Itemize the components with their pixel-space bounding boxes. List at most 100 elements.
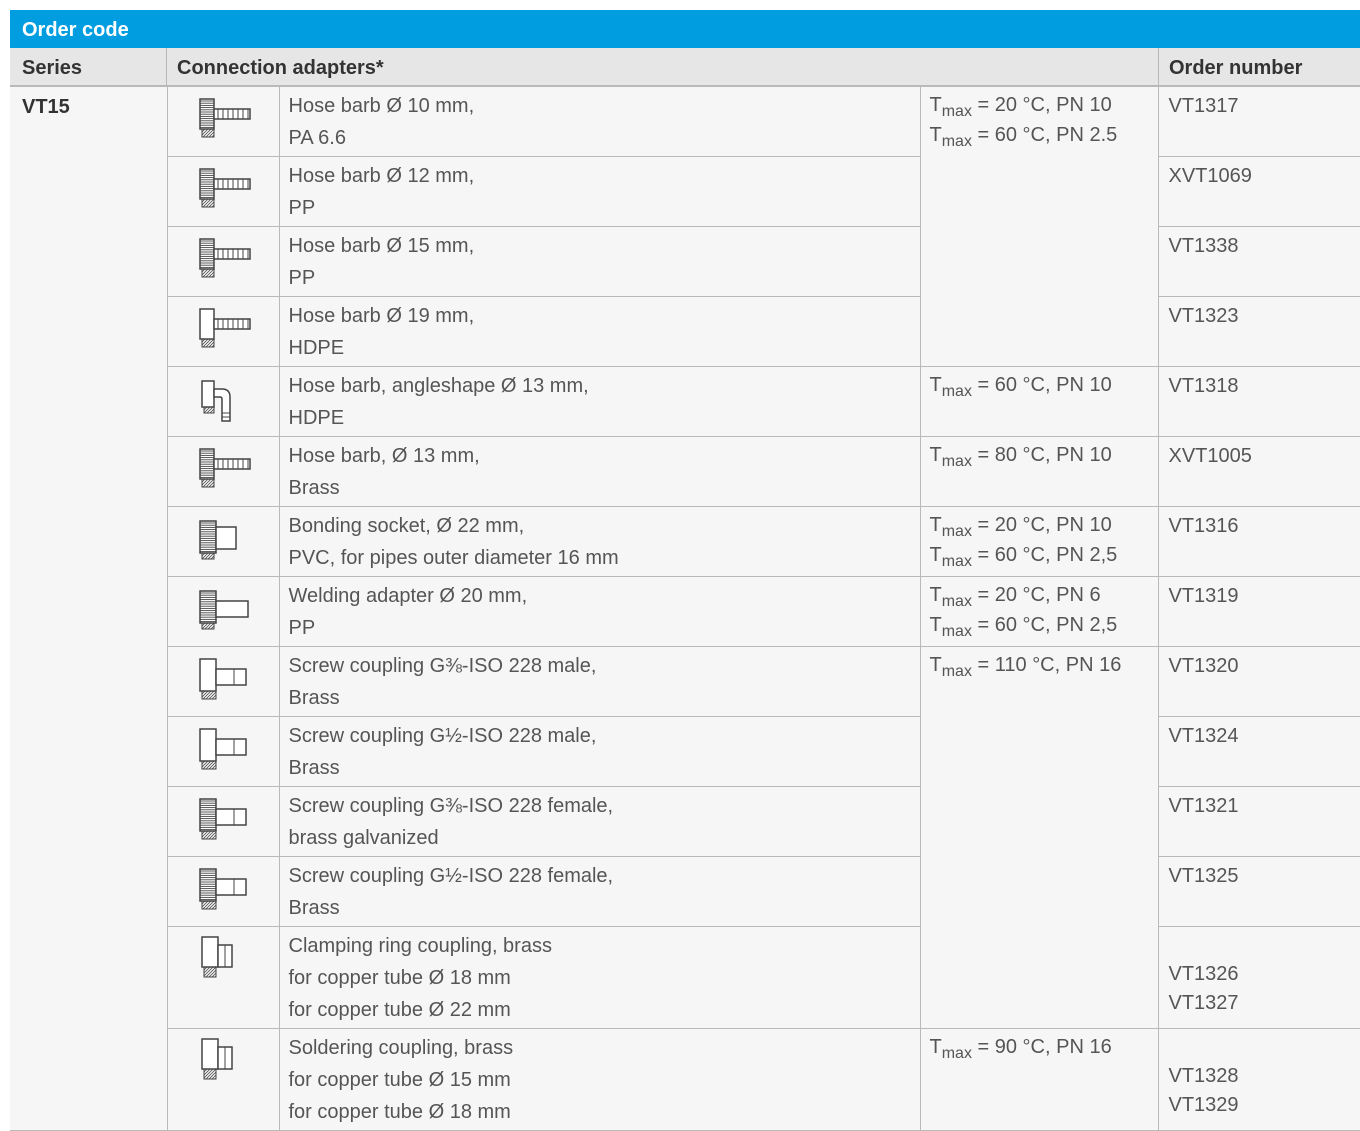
order-number: VT1326 bbox=[1168, 963, 1239, 985]
adapter-picture-cell bbox=[166, 926, 280, 1029]
bonding-socket-icon bbox=[168, 513, 279, 565]
temperature-pressure-line: Tmax = 60 °C, PN 2,5 bbox=[929, 614, 1118, 640]
hose-barb-12-icon bbox=[168, 163, 279, 215]
temperature-pressure-cell: Tmax = 110 °C, PN 16 bbox=[919, 646, 1159, 1029]
description-line: Clamping ring coupling, brass bbox=[288, 935, 552, 957]
order-number: VT1320 bbox=[1168, 655, 1239, 677]
series-cell: VT15 bbox=[10, 86, 168, 1131]
table-header: Series Connection adapters* Order number bbox=[10, 48, 1360, 86]
screw-coupling-female-12-icon bbox=[168, 863, 279, 915]
adapter-picture-cell bbox=[166, 856, 280, 927]
adapter-picture-cell bbox=[166, 786, 280, 857]
order-number: VT1338 bbox=[1168, 235, 1239, 257]
order-number: XVT1069 bbox=[1168, 165, 1252, 187]
order-number-cell: VT1321 bbox=[1157, 786, 1360, 857]
order-number: VT1325 bbox=[1168, 865, 1239, 887]
adapter-description: Screw coupling G½-ISO 228 male, Brass bbox=[278, 716, 921, 787]
soldering-coupling-icon bbox=[168, 1035, 279, 1087]
adapter-picture-cell bbox=[166, 296, 280, 367]
order-number-cell: VT1326 VT1327 bbox=[1157, 926, 1360, 1029]
clamping-ring-coupling-icon bbox=[168, 933, 279, 985]
adapter-picture-cell bbox=[166, 366, 280, 437]
table-row: Hose barb Ø 12 mm, PP XVT1069 bbox=[10, 156, 1360, 227]
table-row: Screw coupling G⅜-ISO 228 female, brass g… bbox=[10, 786, 1360, 857]
temperature-pressure-line: Tmax = 20 °C, PN 10 bbox=[929, 514, 1112, 540]
description-line: Hose barb Ø 15 mm, bbox=[288, 235, 475, 257]
description-line: for copper tube Ø 18 mm bbox=[288, 967, 511, 989]
temperature-pressure-line: Tmax = 20 °C, PN 6 bbox=[929, 584, 1101, 610]
table-row: Clamping ring coupling, brass for copper … bbox=[10, 926, 1360, 1029]
order-number: VT1318 bbox=[1168, 375, 1239, 397]
screw-coupling-male-12-icon bbox=[168, 723, 279, 775]
order-number-cell: VT1320 bbox=[1157, 646, 1360, 717]
adapter-description: Screw coupling G⅜-ISO 228 female, brass g… bbox=[278, 786, 921, 857]
adapter-description: Clamping ring coupling, brass for copper … bbox=[278, 926, 921, 1029]
order-number-cell: VT1328 VT1329 bbox=[1157, 1028, 1360, 1131]
description-line: Screw coupling G⅜-ISO 228 male, bbox=[288, 655, 597, 677]
adapter-description: Welding adapter Ø 20 mm, PP bbox=[278, 576, 921, 647]
temperature-pressure-cell: Tmax = 90 °C, PN 16 bbox=[919, 1028, 1159, 1131]
table-row: Hose barb, angleshape Ø 13 mm, HDPE Tmax =… bbox=[10, 366, 1360, 437]
description-line: HDPE bbox=[288, 407, 345, 429]
temperature-pressure-cell: Tmax = 20 °C, PN 6 Tmax = 60 °C, PN 2,5 bbox=[919, 576, 1159, 647]
table-row: Screw coupling G½-ISO 228 male, Brass VT13… bbox=[10, 716, 1360, 787]
table-row: Screw coupling G⅜-ISO 228 male, Brass Tmax… bbox=[10, 646, 1360, 1029]
adapter-description: Hose barb Ø 15 mm, PP bbox=[278, 226, 921, 297]
adapter-picture-cell bbox=[166, 576, 280, 647]
description-line: Hose barb, angleshape Ø 13 mm, bbox=[288, 375, 589, 397]
description-line: Brass bbox=[288, 477, 340, 499]
order-number-cell: VT1325 bbox=[1157, 856, 1360, 927]
adapter-picture-cell bbox=[166, 226, 280, 297]
header-connection-adapters: Connection adapters* bbox=[177, 57, 384, 79]
description-line: Soldering coupling, brass bbox=[288, 1037, 514, 1059]
description-line: brass galvanized bbox=[288, 827, 439, 849]
description-line: PP bbox=[288, 267, 316, 289]
table-row: Soldering coupling, brass for copper tube… bbox=[10, 1028, 1360, 1131]
order-number-cell: VT1324 bbox=[1157, 716, 1360, 787]
order-number-cell: VT1316 bbox=[1157, 506, 1360, 577]
order-number-cell: XVT1069 bbox=[1157, 156, 1360, 227]
adapter-picture-cell bbox=[166, 1028, 280, 1131]
description-line: Hose barb Ø 10 mm, bbox=[288, 95, 475, 117]
description-line: Hose barb Ø 19 mm, bbox=[288, 305, 475, 327]
order-number: VT1329 bbox=[1168, 1094, 1239, 1116]
hose-barb-angle-icon bbox=[168, 373, 279, 425]
table-row: Welding adapter Ø 20 mm, PP Tmax = 20 °C, … bbox=[10, 576, 1360, 647]
order-code-table: Order code Series Connection adapters* O… bbox=[10, 10, 1360, 1131]
order-number-cell: VT1319 bbox=[1157, 576, 1360, 647]
order-number-cell: VT1323 bbox=[1157, 296, 1360, 367]
description-line: PVC, for pipes outer diameter 16 mm bbox=[288, 547, 619, 569]
order-number: VT1321 bbox=[1168, 795, 1239, 817]
table-row: Hose barb Ø 15 mm, PP VT1338 bbox=[10, 226, 1360, 297]
welding-adapter-icon bbox=[168, 583, 279, 635]
description-line: Bonding socket, Ø 22 mm, bbox=[288, 515, 525, 537]
order-number-cell: VT1338 bbox=[1157, 226, 1360, 297]
description-line: Screw coupling G½-ISO 228 male, bbox=[288, 725, 597, 747]
adapter-table: VT15 Hose barb Ø 10 mm, PA 6.6 Tmax = 20 °C… bbox=[10, 86, 1360, 1131]
temperature-pressure-cell: Tmax = 80 °C, PN 10 bbox=[919, 436, 1159, 507]
adapter-description: Soldering coupling, brass for copper tube… bbox=[278, 1028, 921, 1131]
temperature-pressure-cell: Tmax = 60 °C, PN 10 bbox=[919, 366, 1159, 437]
description-line: Brass bbox=[288, 687, 340, 709]
hose-barb-10-icon bbox=[168, 93, 279, 145]
description-line: PA 6.6 bbox=[288, 127, 346, 149]
header-series: Series bbox=[22, 57, 83, 79]
adapter-picture-cell bbox=[166, 436, 280, 507]
description-line: Brass bbox=[288, 897, 340, 919]
description-line: Hose barb Ø 12 mm, bbox=[288, 165, 475, 187]
temperature-pressure-line: Tmax = 60 °C, PN 2.5 bbox=[929, 124, 1118, 150]
description-line: for copper tube Ø 15 mm bbox=[288, 1069, 511, 1091]
order-number: VT1323 bbox=[1168, 305, 1239, 327]
adapter-description: Screw coupling G⅜-ISO 228 male, Brass bbox=[278, 646, 921, 717]
description-line: Screw coupling G⅜-ISO 228 female, bbox=[288, 795, 614, 817]
description-line: PP bbox=[288, 617, 316, 639]
screw-coupling-male-38-icon bbox=[168, 653, 279, 705]
temperature-pressure-line: Tmax = 20 °C, PN 10 bbox=[929, 94, 1112, 120]
temperature-pressure-line: Tmax = 110 °C, PN 16 bbox=[929, 654, 1122, 680]
description-line: Brass bbox=[288, 757, 340, 779]
adapter-picture-cell bbox=[166, 156, 280, 227]
temperature-pressure-cell: Tmax = 20 °C, PN 10 Tmax = 60 °C, PN 2,5 bbox=[919, 506, 1159, 577]
order-number: VT1316 bbox=[1168, 515, 1239, 537]
table-row: Hose barb Ø 19 mm, HDPE VT1323 bbox=[10, 296, 1360, 367]
adapter-picture-cell bbox=[166, 716, 280, 787]
